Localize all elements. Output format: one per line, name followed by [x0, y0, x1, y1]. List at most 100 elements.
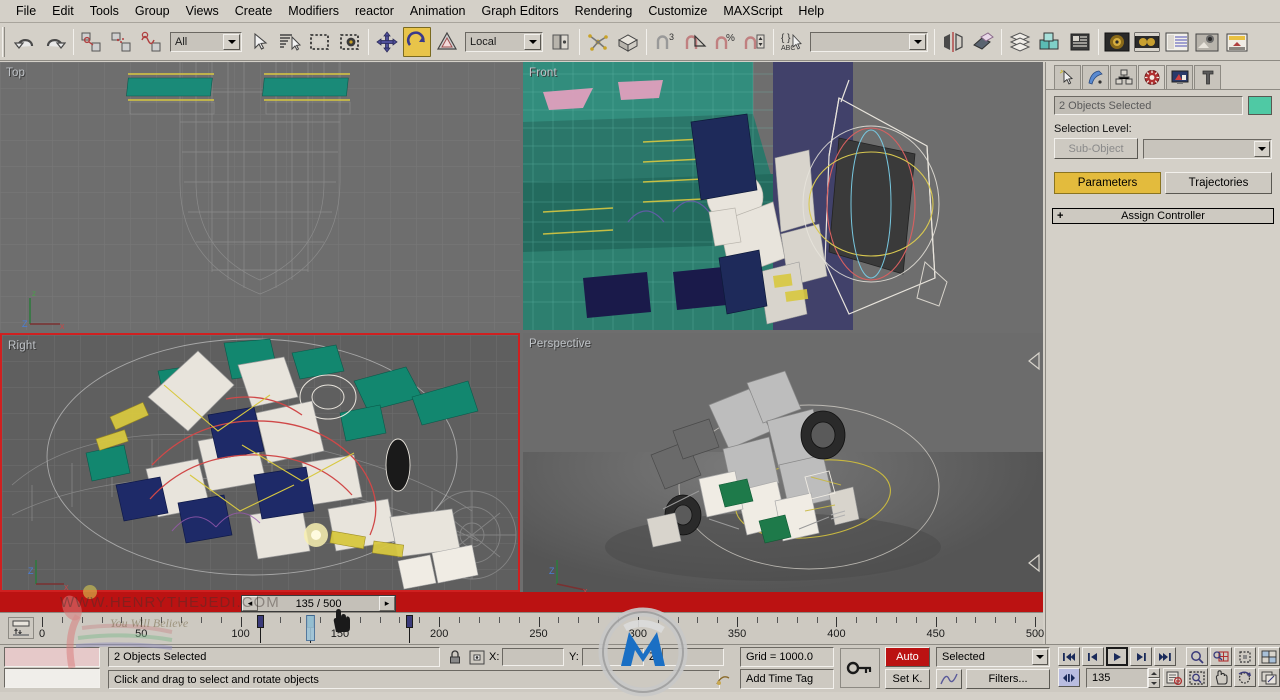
selection-lock-icon[interactable]	[446, 649, 464, 666]
menu-item-customize[interactable]: Customize	[640, 1, 715, 21]
named-selection-sets-field[interactable]	[810, 31, 928, 52]
viewport-right[interactable]: Z x Right	[0, 333, 520, 592]
object-name-field[interactable]: 2 Objects Selected	[1054, 96, 1243, 115]
parameters-button[interactable]: Parameters	[1054, 172, 1161, 194]
select-link-icon[interactable]	[78, 26, 106, 57]
toolbar-grip[interactable]	[2, 26, 7, 57]
viewport-front-canvas[interactable]	[523, 62, 1043, 330]
tab-create[interactable]	[1054, 65, 1081, 89]
rendered-frame-window-icon[interactable]	[1163, 26, 1191, 57]
select-and-move-icon[interactable]	[373, 26, 401, 57]
track-bar[interactable]: 0 50 100 150 200 250 300 350 400 450 500	[0, 612, 1044, 645]
default-in-out-tangents-icon[interactable]	[936, 669, 962, 689]
go-to-start-icon[interactable]	[1058, 647, 1080, 666]
go-to-end-icon[interactable]	[1154, 647, 1176, 666]
array-icon[interactable]	[614, 26, 642, 57]
select-and-scale-icon[interactable]	[433, 26, 461, 57]
menu-item-file[interactable]: File	[8, 1, 44, 21]
menu-item-tools[interactable]: Tools	[82, 1, 127, 21]
chevron-left-icon[interactable]: ◂	[242, 596, 258, 611]
absolute-relative-transform-icon[interactable]	[468, 649, 486, 666]
current-frame-indicator[interactable]	[306, 615, 316, 641]
redo-icon[interactable]	[41, 26, 69, 57]
select-and-move-region-icon[interactable]	[336, 26, 364, 57]
render-production-icon[interactable]	[1193, 26, 1221, 57]
viewport-top-canvas[interactable]: Z x z	[0, 62, 520, 330]
spinner-up-icon[interactable]	[1148, 668, 1160, 678]
select-object-icon[interactable]	[246, 26, 274, 57]
frame-spinner[interactable]	[1148, 668, 1160, 688]
viewport-right-canvas[interactable]: Z x	[2, 335, 518, 590]
spinner-snap-icon[interactable]	[741, 26, 769, 57]
z-coordinate-field[interactable]	[661, 648, 724, 666]
zoom-icon[interactable]	[1186, 647, 1208, 666]
current-frame-field[interactable]: 135	[1086, 668, 1148, 688]
trajectories-button[interactable]: Trajectories	[1165, 172, 1272, 194]
menu-item-animation[interactable]: Animation	[402, 1, 474, 21]
menu-item-modifiers[interactable]: Modifiers	[280, 1, 347, 21]
percent-snap-icon[interactable]: %	[711, 26, 739, 57]
unlink-icon[interactable]	[108, 26, 136, 57]
bind-space-warp-icon[interactable]	[138, 26, 166, 57]
select-and-rotate-icon[interactable]	[403, 26, 431, 57]
tab-motion[interactable]	[1138, 65, 1165, 89]
chevron-down-icon[interactable]	[1032, 649, 1048, 665]
y-coordinate-field[interactable]	[581, 648, 644, 666]
chevron-down-icon[interactable]	[909, 33, 926, 50]
chevron-down-icon[interactable]	[223, 33, 240, 50]
select-by-name-icon[interactable]	[276, 26, 304, 57]
x-coordinate[interactable]: X:	[489, 648, 565, 666]
tab-modify[interactable]	[1082, 65, 1109, 89]
chevron-down-icon[interactable]	[524, 33, 541, 50]
zoom-extents-icon[interactable]	[1234, 647, 1256, 666]
mirror-icon[interactable]	[939, 26, 967, 57]
region-zoom-icon[interactable]	[1186, 668, 1208, 687]
time-slider-bar[interactable]	[0, 592, 1043, 612]
time-configuration-icon[interactable]	[1163, 668, 1185, 687]
maxscript-mini-listener-output[interactable]	[4, 647, 100, 667]
key-marker[interactable]	[406, 615, 414, 628]
y-coordinate[interactable]: Y:	[569, 648, 644, 666]
selection-filter-dropdown[interactable]: All	[170, 31, 242, 52]
chevron-down-icon[interactable]	[1254, 140, 1270, 157]
schematic-view-icon[interactable]	[1066, 26, 1094, 57]
menu-item-views[interactable]: Views	[178, 1, 227, 21]
tab-utilities[interactable]	[1194, 65, 1221, 89]
menu-item-create[interactable]: Create	[227, 1, 281, 21]
zoom-extents-all-icon[interactable]	[1258, 647, 1280, 666]
material-editor-icon[interactable]	[1103, 26, 1131, 57]
x-coordinate-field[interactable]	[502, 648, 565, 666]
time-slider[interactable]: ◂ 135 / 500 ▸	[241, 595, 396, 612]
play-animation-icon[interactable]	[1106, 647, 1128, 666]
render-setup-icon[interactable]	[1133, 26, 1161, 57]
undo-icon[interactable]	[11, 26, 39, 57]
layer-manager-icon[interactable]	[1006, 26, 1034, 57]
menu-item-group[interactable]: Group	[127, 1, 178, 21]
viewport-top[interactable]: Z x z Top	[0, 62, 520, 330]
render-iterative-icon[interactable]	[1223, 26, 1251, 57]
menu-item-rendering[interactable]: Rendering	[567, 1, 641, 21]
tab-hierarchy[interactable]	[1110, 65, 1137, 89]
curve-editor-icon[interactable]	[1036, 26, 1064, 57]
maxscript-mini-listener-input[interactable]	[4, 668, 100, 688]
tab-display[interactable]	[1166, 65, 1193, 89]
sub-object-button[interactable]: Sub-Object	[1054, 138, 1138, 159]
previous-frame-icon[interactable]	[1082, 647, 1104, 666]
set-key-button[interactable]: Set K.	[885, 669, 930, 689]
use-pivot-center-icon[interactable]	[547, 26, 575, 57]
rectangular-select-region-icon[interactable]	[306, 26, 334, 57]
viewport-perspective[interactable]: Z x Perspective	[523, 333, 1043, 592]
object-color-swatch[interactable]	[1248, 96, 1272, 115]
filters-button[interactable]: Filters...	[966, 669, 1050, 689]
angle-snap-icon[interactable]	[681, 26, 709, 57]
menu-item-maxscript[interactable]: MAXScript	[715, 1, 790, 21]
snaps-toggle-icon[interactable]: 3	[651, 26, 679, 57]
menu-item-help[interactable]: Help	[790, 1, 832, 21]
zoom-all-icon[interactable]	[1210, 647, 1232, 666]
named-selection-icon[interactable]: { } ABC	[778, 26, 806, 57]
key-mode-toggle-icon[interactable]	[840, 648, 880, 688]
menu-item-reactor[interactable]: reactor	[347, 1, 402, 21]
track-bar-ruler[interactable]: 0 50 100 150 200 250 300 350 400 450 500	[39, 613, 1044, 645]
rollout-assign-controller[interactable]: + Assign Controller	[1052, 208, 1274, 224]
sub-object-dropdown[interactable]	[1143, 138, 1272, 159]
